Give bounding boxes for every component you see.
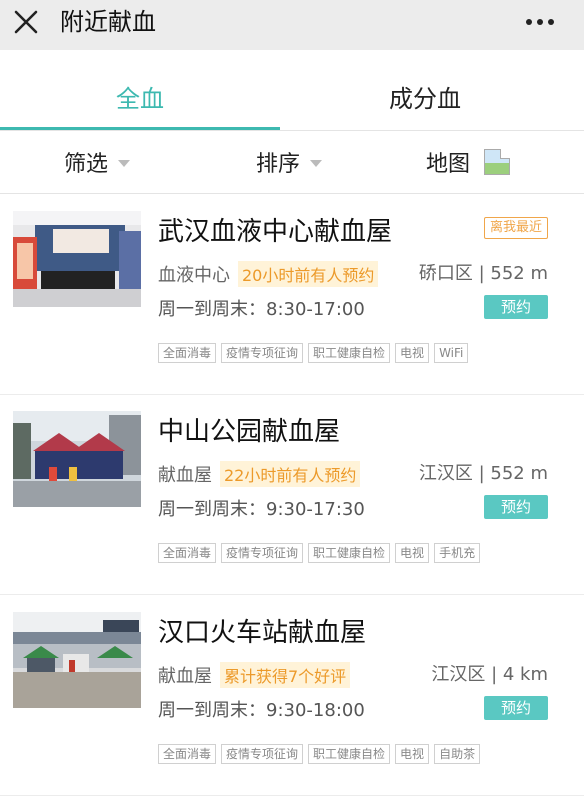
facility-tag: 自助茶 — [434, 744, 481, 764]
donation-site-card[interactable]: 中山公园献血屋 献血屋 22小时前有人预约 江汉区 | 552 m 周一到周末：… — [0, 395, 584, 595]
close-icon[interactable] — [10, 6, 42, 38]
sort-label: 排序 — [256, 152, 301, 177]
site-meta: 献血屋 累计获得7个好评 — [158, 660, 351, 690]
site-meta: 献血屋 22小时前有人预约 — [158, 459, 361, 489]
donation-site-card[interactable]: 武汉血液中心献血屋 离我最近 血液中心 20小时前有人预约 硚口区 | 552 … — [0, 195, 584, 395]
site-photo — [13, 211, 141, 307]
facility-tag: 全面消毒 — [158, 343, 217, 363]
site-type: 血液中心 — [158, 265, 230, 286]
sort-dropdown[interactable]: 排序 — [256, 131, 323, 193]
site-name: 中山公园献血屋 — [158, 417, 341, 447]
site-name: 武汉血液中心献血屋 — [158, 217, 393, 247]
activity-highlight: 22小时前有人预约 — [220, 461, 361, 487]
facility-tag: WiFi — [434, 343, 469, 363]
facility-tag: 手机充 — [434, 543, 481, 563]
reserve-button[interactable]: 预约 — [484, 495, 548, 519]
site-type: 献血屋 — [158, 666, 212, 687]
site-meta: 血液中心 20小时前有人预约 — [158, 259, 379, 289]
facility-tag: 职工健康自检 — [308, 543, 391, 563]
site-distance: 江汉区 | 4 km — [431, 664, 548, 685]
site-distance: 江汉区 | 552 m — [418, 463, 548, 484]
map-button[interactable]: 地图 — [426, 131, 511, 193]
nearest-badge: 离我最近 — [483, 217, 548, 239]
facility-tag: 职工健康自检 — [308, 343, 391, 363]
more-icon[interactable] — [520, 6, 560, 38]
facility-tag: 电视 — [395, 543, 430, 563]
opening-hours: 周一到周末：9:30-17:30 — [158, 499, 365, 520]
opening-hours: 周一到周末：9:30-18:00 — [158, 700, 365, 721]
site-photo — [13, 612, 141, 708]
page-title: 附近献血 — [60, 8, 156, 36]
facility-tag: 疫情专项征询 — [221, 744, 304, 764]
opening-hours: 周一到周末：8:30-17:00 — [158, 299, 365, 320]
site-type: 献血屋 — [158, 465, 212, 486]
filter-dropdown[interactable]: 筛选 — [64, 131, 131, 193]
reserve-button[interactable]: 预约 — [484, 295, 548, 319]
caret-down-icon — [310, 159, 323, 167]
facility-tag: 疫情专项征询 — [221, 343, 304, 363]
map-image-icon — [484, 149, 511, 175]
facility-tag: 全面消毒 — [158, 543, 217, 563]
tab-whole-blood[interactable]: 全血 — [0, 62, 280, 130]
activity-highlight: 累计获得7个好评 — [220, 662, 351, 688]
site-name: 汉口火车站献血屋 — [158, 618, 367, 648]
facility-tags: 全面消毒 疫情专项征询 职工健康自检 电视 WiFi — [158, 343, 530, 363]
facility-tags: 全面消毒 疫情专项征询 职工健康自检 电视 自助茶 — [158, 744, 530, 764]
blood-type-tabs: 全血 成分血 — [0, 62, 584, 130]
map-label: 地图 — [426, 152, 471, 177]
facility-tag: 疫情专项征询 — [221, 543, 304, 563]
caret-down-icon — [118, 159, 131, 167]
donation-site-card[interactable]: 汉口火车站献血屋 献血屋 累计获得7个好评 江汉区 | 4 km 周一到周末：9… — [0, 596, 584, 796]
activity-highlight: 20小时前有人预约 — [238, 261, 379, 287]
tab-component-blood[interactable]: 成分血 — [280, 62, 570, 130]
filter-bar: 筛选 排序 地图 — [0, 130, 584, 194]
site-distance: 硚口区 | 552 m — [418, 263, 548, 284]
facility-tags: 全面消毒 疫情专项征询 职工健康自检 电视 手机充 — [158, 543, 530, 563]
facility-tag: 电视 — [395, 343, 430, 363]
title-bar: 附近献血 — [0, 0, 584, 50]
filter-label: 筛选 — [64, 152, 109, 177]
facility-tag: 职工健康自检 — [308, 744, 391, 764]
facility-tag: 电视 — [395, 744, 430, 764]
facility-tag: 全面消毒 — [158, 744, 217, 764]
reserve-button[interactable]: 预约 — [484, 696, 548, 720]
site-photo — [13, 411, 141, 507]
